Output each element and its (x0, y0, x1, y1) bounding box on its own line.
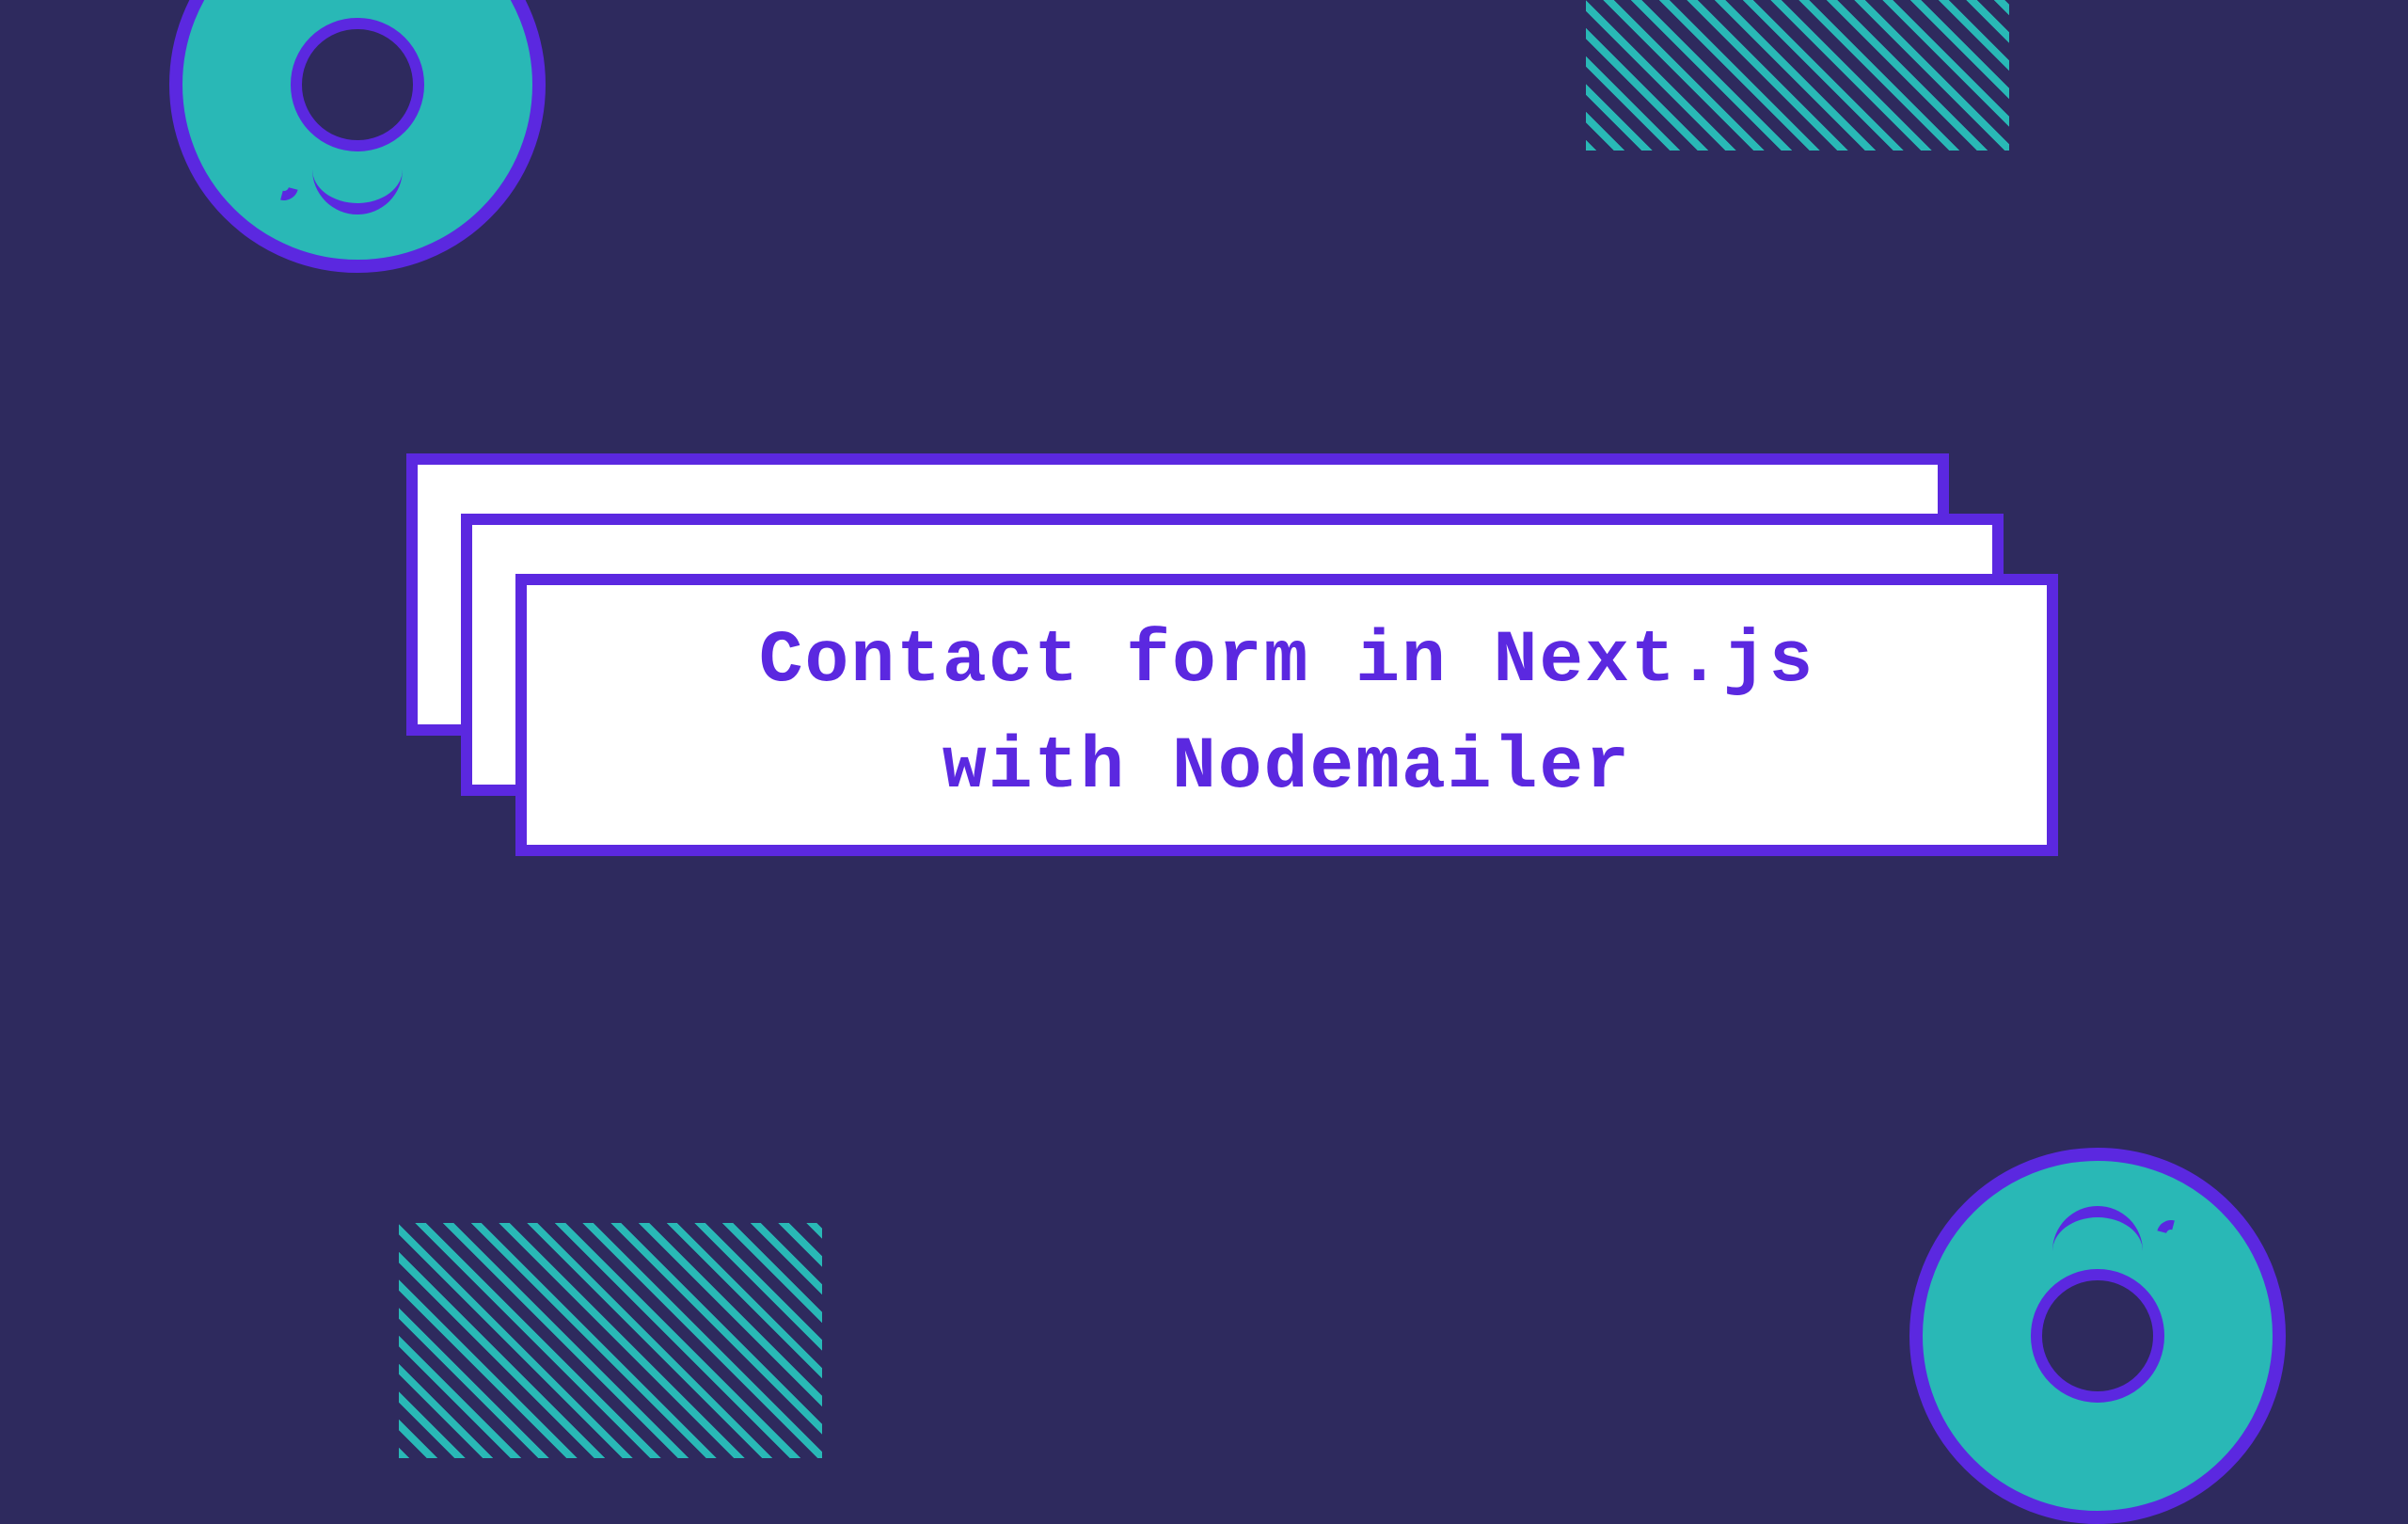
title-card-stack: Contact form in Next.js with Nodemailer (406, 453, 1949, 736)
donut-highlight-dot (265, 167, 304, 206)
donut-ring (169, 0, 546, 273)
donut-ring (1909, 1148, 2286, 1524)
donut-hole (2031, 1269, 2163, 1402)
title-text: Contact form in Next.js with Nodemailer (759, 609, 1815, 821)
donut-highlight (312, 168, 404, 214)
striped-rectangle-bottom-left (399, 1223, 822, 1458)
donut-highlight-dot (2152, 1215, 2191, 1254)
title-card-front: Contact form in Next.js with Nodemailer (515, 574, 2058, 856)
donut-hole (291, 18, 423, 151)
donut-icon-top-left (169, 0, 546, 273)
title-line-1: Contact form in Next.js (759, 620, 1815, 703)
striped-rectangle-top-right (1586, 0, 2009, 151)
donut-highlight (2052, 1206, 2144, 1251)
title-line-2: with Nodemailer (943, 726, 1631, 809)
donut-icon-bottom-right (1909, 1148, 2286, 1524)
